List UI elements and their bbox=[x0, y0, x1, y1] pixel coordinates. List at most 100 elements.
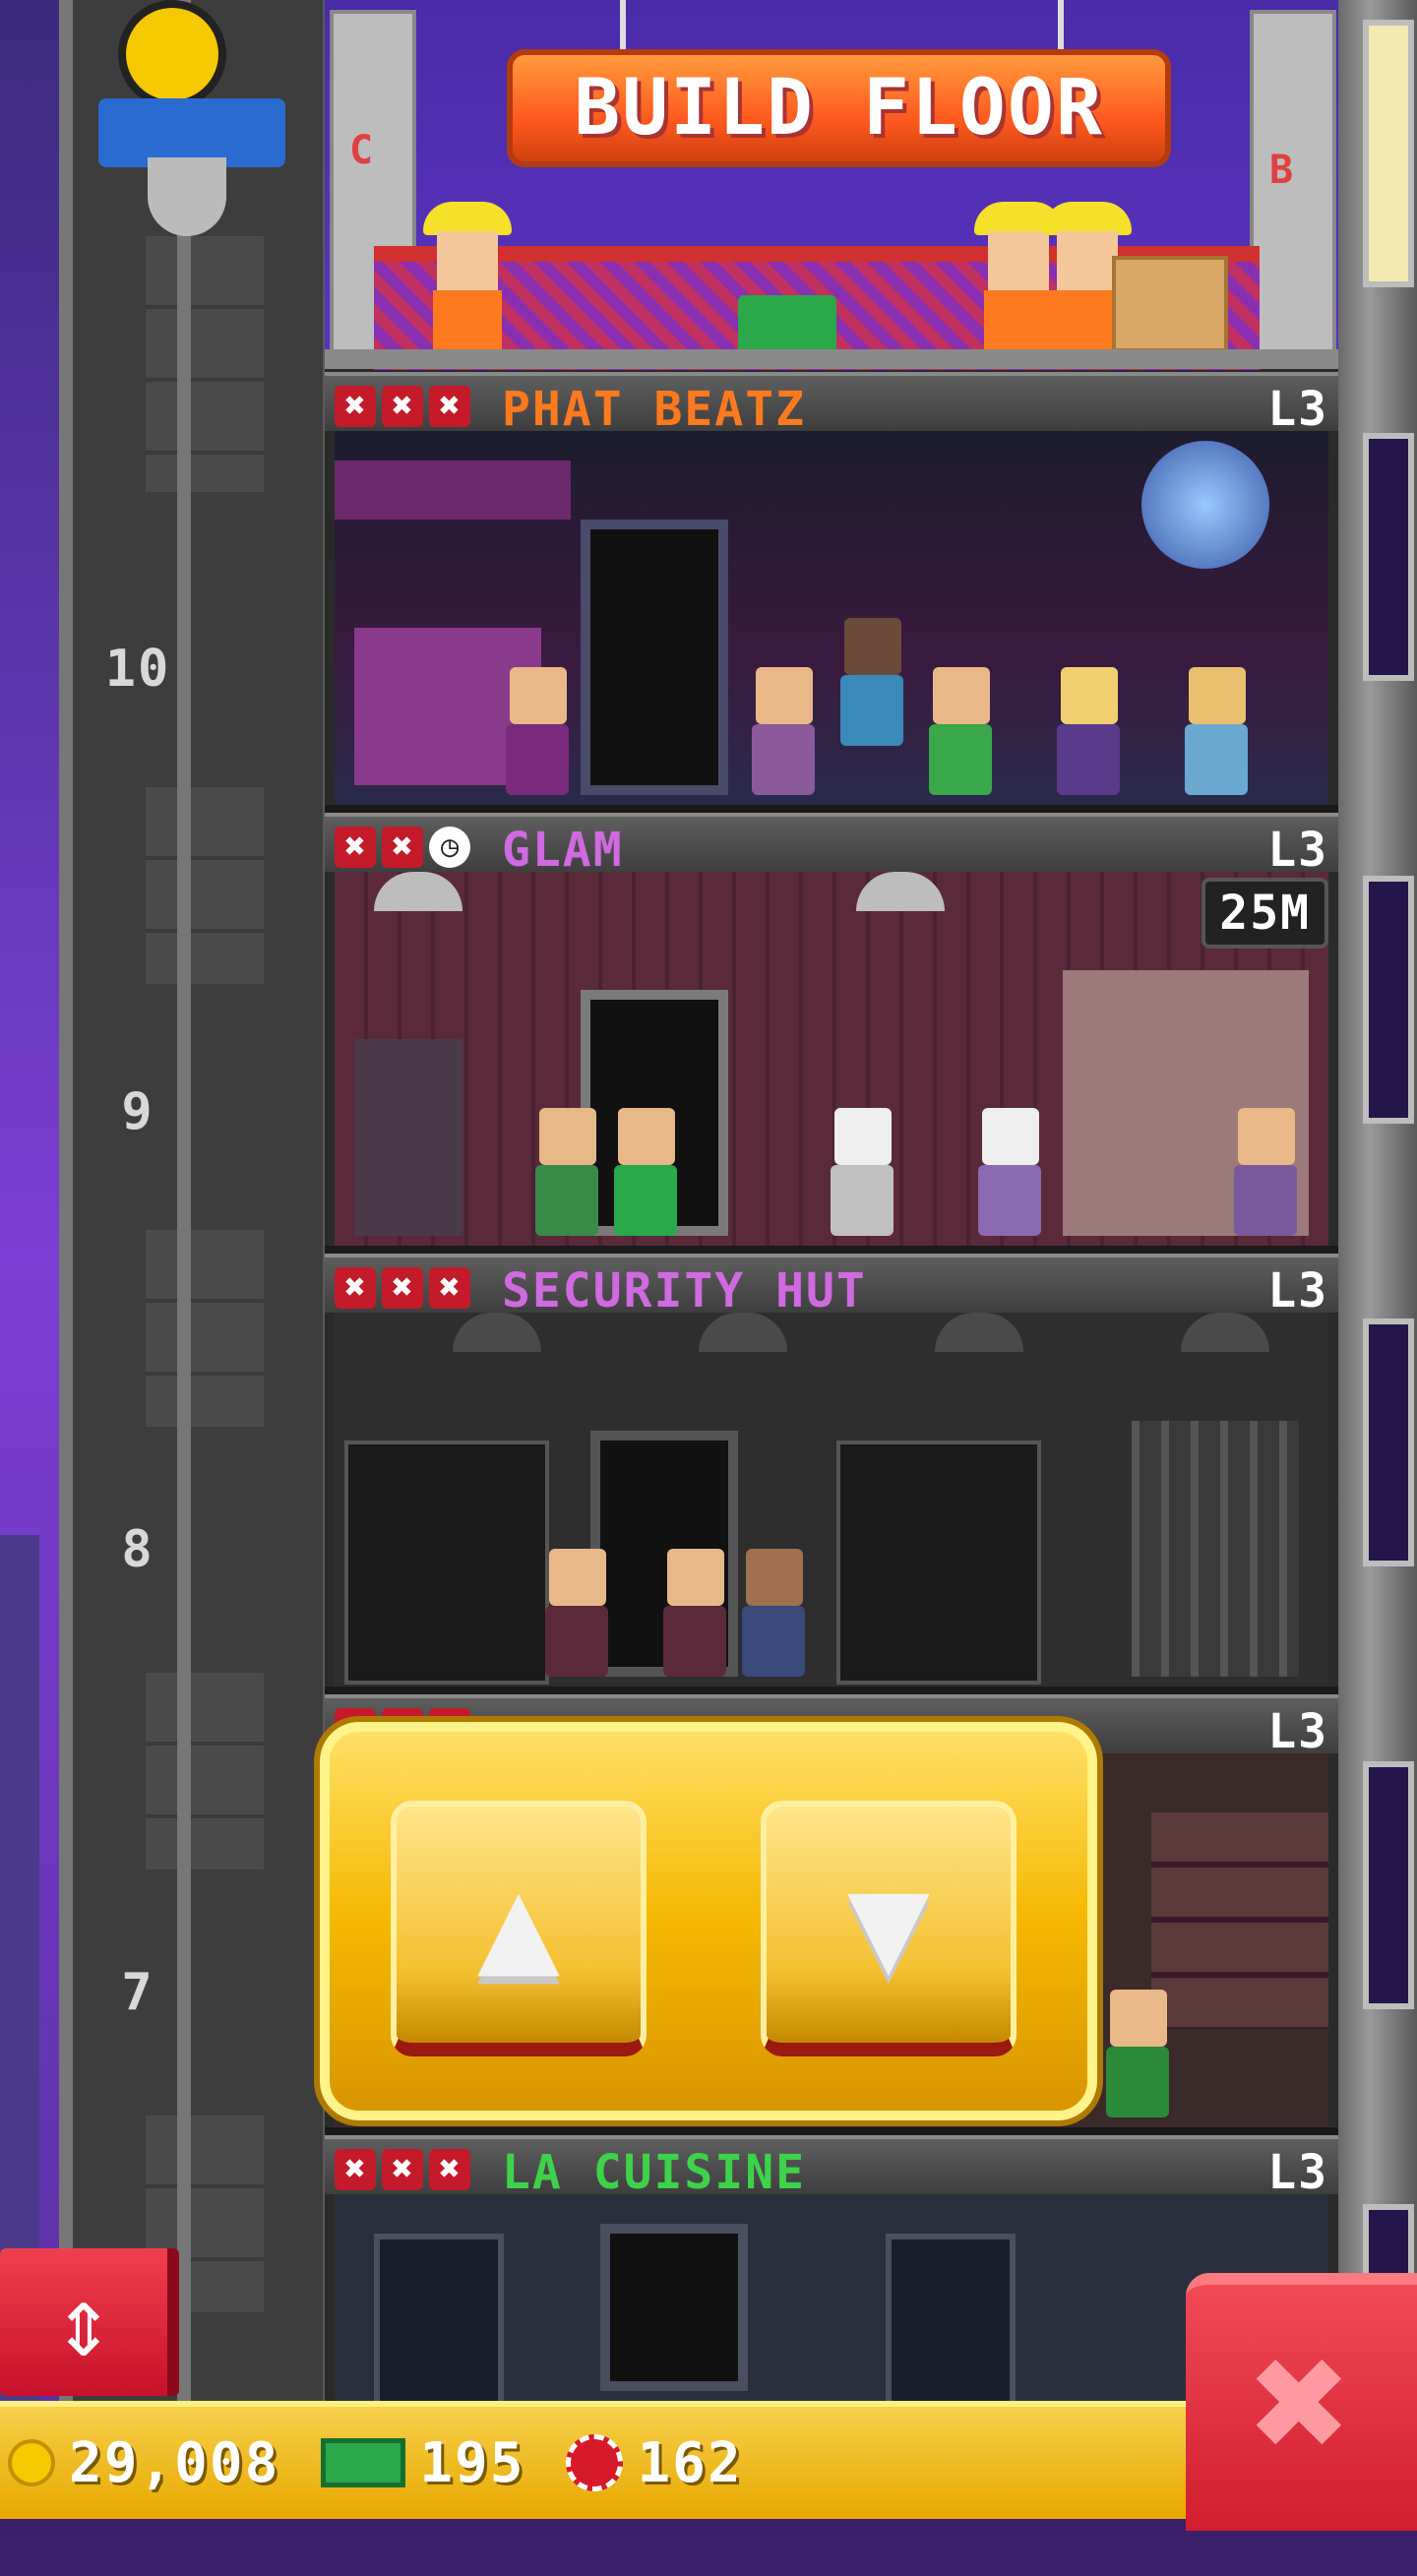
floor-stars: ✖ ✖ ◷ bbox=[335, 827, 470, 868]
bitizen bbox=[659, 1549, 730, 1677]
elevator-shaft bbox=[59, 0, 333, 2519]
floor-room bbox=[335, 1313, 1328, 1687]
floor-name: SECURITY HUT bbox=[502, 1263, 867, 1319]
golden-ticket-icon bbox=[566, 2434, 624, 2491]
bux-icon bbox=[321, 2438, 406, 2487]
floor-stars: ✖ ✖ ✖ bbox=[335, 386, 470, 427]
empty-star-icon: ✖ bbox=[335, 2149, 376, 2190]
elevator-rail-right bbox=[177, 0, 191, 2519]
floor-level: L3 bbox=[1267, 382, 1328, 437]
floor-level: L3 bbox=[1267, 1263, 1328, 1319]
up-down-arrows-icon: ⇕ bbox=[53, 2264, 114, 2379]
clock-icon: ◷ bbox=[429, 827, 470, 868]
disco-ball-icon bbox=[1141, 441, 1269, 569]
shaft-wall bbox=[146, 236, 264, 492]
empty-star-icon: ✖ bbox=[335, 386, 376, 427]
floor-phat-beatz[interactable]: ✖ ✖ ✖ PHAT BEATZ L3 bbox=[325, 372, 1338, 813]
empty-star-icon: ✖ bbox=[429, 2149, 470, 2190]
ceiling-lamp-icon bbox=[699, 1313, 787, 1352]
chandelier-icon bbox=[374, 872, 462, 911]
security-guard bbox=[738, 1549, 809, 1677]
floor-security-hut[interactable]: ✖ ✖ ✖ SECURITY HUT L3 bbox=[325, 1254, 1338, 1694]
bitizen bbox=[502, 667, 573, 795]
floor-header: ✖ ✖ ✖ LA CUISINE L3 bbox=[325, 2135, 1338, 2200]
construction-worker bbox=[423, 202, 512, 349]
elevator-up-button[interactable]: ▲ bbox=[391, 1801, 647, 2056]
shaft-wall bbox=[146, 1673, 264, 1870]
ceiling-lamp-icon bbox=[935, 1313, 1023, 1352]
elevator-hook bbox=[148, 157, 226, 236]
floor-divider bbox=[325, 2127, 1338, 2135]
elevator-control-panel: ▲ ▼ bbox=[320, 1722, 1097, 2120]
monitor-bank bbox=[344, 1441, 549, 1685]
bitizen bbox=[610, 1108, 681, 1236]
floor-divider bbox=[325, 1687, 1338, 1694]
empty-star-icon: ✖ bbox=[382, 827, 423, 868]
tower-right-wall bbox=[1338, 0, 1417, 2519]
restaurant-window bbox=[886, 2234, 1016, 2401]
restaurant-window bbox=[374, 2234, 504, 2401]
mannequin bbox=[974, 1108, 1045, 1236]
elevator-car[interactable] bbox=[98, 0, 285, 236]
tokens-count: 162 bbox=[637, 2430, 743, 2495]
ceiling-lamp-icon bbox=[1181, 1313, 1269, 1352]
close-icon: ✖ bbox=[1251, 2305, 1352, 2500]
bitizen bbox=[836, 618, 907, 746]
floor-glam[interactable]: ✖ ✖ ◷ GLAM L3 25M bbox=[325, 813, 1338, 1254]
room-door bbox=[581, 520, 728, 795]
monitor-bank bbox=[836, 1441, 1041, 1685]
jail-cell bbox=[1132, 1421, 1299, 1677]
floor-header: ✖ ✖ ✖ SECURITY HUT L3 bbox=[325, 1254, 1338, 1319]
rope bbox=[620, 0, 626, 49]
bitizen bbox=[925, 667, 996, 795]
bitizen bbox=[1181, 667, 1252, 795]
clothing-rack bbox=[354, 1039, 462, 1236]
mannequin bbox=[827, 1108, 897, 1236]
close-button[interactable]: ✖ bbox=[1186, 2273, 1417, 2531]
arrow-up-icon: ▲ bbox=[476, 1844, 561, 2004]
toolbox bbox=[738, 295, 836, 354]
resource-bar: 29,008 195 162 bbox=[0, 2401, 1186, 2519]
bitizen bbox=[748, 667, 819, 795]
floor-room bbox=[335, 2194, 1328, 2401]
coin-icon bbox=[8, 2439, 55, 2486]
empty-star-icon: ✖ bbox=[429, 1267, 470, 1309]
coins-count: 29,008 bbox=[69, 2430, 280, 2495]
empty-star-icon: ✖ bbox=[335, 1267, 376, 1309]
room-door bbox=[600, 2224, 748, 2391]
floor-header: ✖ ✖ ◷ GLAM L3 bbox=[325, 813, 1338, 878]
elevator-toggle-button[interactable]: ⇕ bbox=[0, 2248, 179, 2396]
tower-window bbox=[1363, 1319, 1414, 1566]
bitizen bbox=[531, 1108, 602, 1236]
dj-booth-canopy bbox=[335, 460, 571, 520]
floor-header: ✖ ✖ ✖ PHAT BEATZ L3 bbox=[325, 372, 1338, 437]
floor-level: L3 bbox=[1267, 823, 1328, 878]
floor-divider bbox=[325, 349, 1338, 369]
wine-rack bbox=[1151, 1812, 1328, 2029]
floor-stars: ✖ ✖ ✖ bbox=[335, 1267, 470, 1309]
elevator-rail-left bbox=[59, 0, 73, 2519]
floor-divider bbox=[325, 1246, 1338, 1254]
shaft-floor-number: 9 bbox=[121, 1082, 154, 1141]
shaft-floor-number: 10 bbox=[104, 640, 171, 699]
shaft-floor-number: 7 bbox=[121, 1963, 154, 2022]
shaft-wall bbox=[146, 1230, 264, 1427]
arrow-down-icon: ▼ bbox=[846, 1844, 931, 2004]
tower-window bbox=[1363, 433, 1414, 681]
restock-timer: 25M bbox=[1201, 878, 1328, 949]
shaft-wall bbox=[146, 787, 264, 984]
floor-name: PHAT BEATZ bbox=[502, 382, 806, 437]
elevator-down-button[interactable]: ▼ bbox=[761, 1801, 1017, 2056]
build-floor-button[interactable]: BUILD FLOOR bbox=[507, 49, 1171, 167]
floor-room bbox=[335, 431, 1328, 805]
floor-name: LA CUISINE bbox=[502, 2145, 806, 2200]
elevator-wheel-icon bbox=[118, 0, 226, 108]
ceiling-lamp-icon bbox=[453, 1313, 541, 1352]
bitizen bbox=[541, 1549, 612, 1677]
floor-level: L3 bbox=[1267, 2145, 1328, 2200]
floor-name: GLAM bbox=[502, 823, 624, 878]
tower-window bbox=[1363, 20, 1414, 287]
empty-star-icon: ✖ bbox=[429, 386, 470, 427]
rope bbox=[1058, 0, 1064, 49]
chandelier-icon bbox=[856, 872, 945, 911]
